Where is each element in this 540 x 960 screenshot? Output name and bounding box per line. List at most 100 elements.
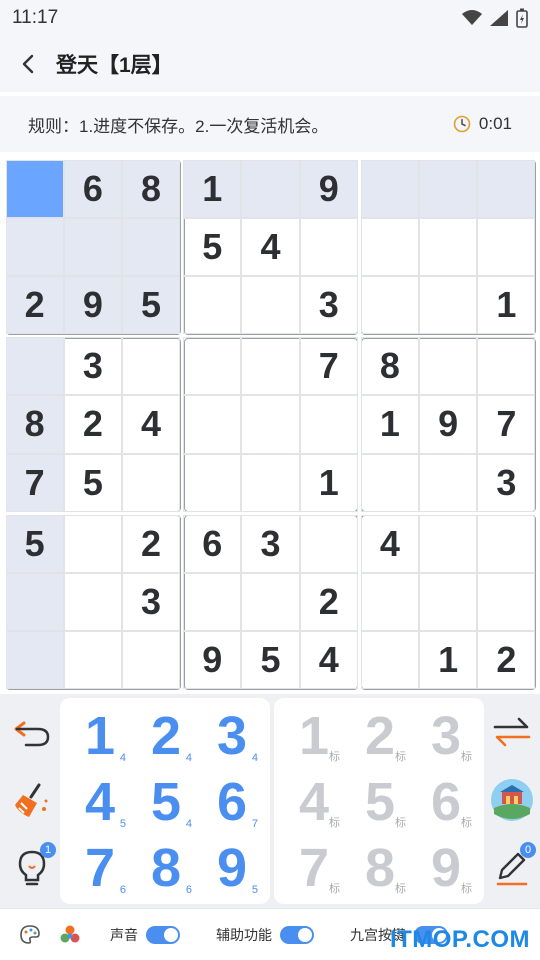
sudoku-cell[interactable] [183,395,242,454]
note-key[interactable]: 1标 [282,704,346,768]
sudoku-cell[interactable] [63,514,122,574]
sudoku-cell[interactable] [477,217,536,276]
sudoku-cell[interactable] [477,159,536,218]
number-key[interactable]: 14 [68,704,132,768]
assist-toggle[interactable] [280,925,314,944]
sudoku-cell[interactable] [241,159,300,218]
sound-toggle[interactable] [146,925,180,944]
sudoku-cell[interactable] [360,573,420,632]
sudoku-cell[interactable]: 5 [183,217,242,276]
sudoku-cell[interactable] [360,217,420,276]
sudoku-cell[interactable]: 4 [121,395,181,454]
sudoku-cell[interactable]: 5 [5,514,64,574]
back-button[interactable] [0,36,56,92]
note-mode-button[interactable]: 0 [486,842,538,894]
sudoku-cell[interactable]: 6 [63,159,122,218]
note-key[interactable]: 6标 [414,770,478,834]
sudoku-cell[interactable] [183,275,242,335]
sudoku-cell[interactable] [241,275,300,335]
number-key[interactable]: 76 [68,836,132,900]
sudoku-cell[interactable] [360,453,420,512]
scene-button[interactable] [486,774,538,826]
sudoku-cell[interactable]: 4 [360,514,420,574]
sudoku-cell[interactable]: 3 [241,514,300,574]
sudoku-cell[interactable] [419,217,478,276]
sudoku-cell[interactable]: 9 [299,159,358,218]
sudoku-cell[interactable]: 6 [183,514,242,574]
sudoku-cell[interactable] [299,217,358,276]
sudoku-cell[interactable] [121,631,181,690]
sudoku-cell[interactable]: 7 [5,453,64,512]
sudoku-cell[interactable] [419,453,478,512]
sudoku-cell[interactable] [241,453,300,512]
sudoku-cell[interactable]: 7 [299,337,358,396]
sudoku-cell[interactable]: 2 [299,573,358,632]
note-key[interactable]: 8标 [348,836,412,900]
sudoku-cell[interactable] [183,337,242,396]
palette-button[interactable] [10,924,50,946]
sudoku-cell[interactable] [477,514,536,574]
sudoku-cell[interactable] [5,159,64,218]
sudoku-cell[interactable] [241,337,300,396]
sudoku-cell[interactable] [419,159,478,218]
sudoku-cell[interactable]: 8 [121,159,181,218]
sudoku-cell[interactable] [183,573,242,632]
sudoku-cell[interactable]: 8 [360,337,420,396]
sudoku-cell[interactable] [360,275,420,335]
sudoku-cell[interactable] [360,631,420,690]
number-key[interactable]: 34 [200,704,264,768]
sudoku-cell[interactable] [5,631,64,690]
note-key[interactable]: 7标 [282,836,346,900]
sudoku-cell[interactable] [63,573,122,632]
sudoku-cell[interactable] [241,573,300,632]
sudoku-cell[interactable]: 5 [63,453,122,512]
note-key[interactable]: 2标 [348,704,412,768]
sudoku-cell[interactable]: 9 [183,631,242,690]
sudoku-cell[interactable]: 2 [121,514,181,574]
number-key[interactable]: 95 [200,836,264,900]
swap-mode-button[interactable] [486,706,538,758]
sudoku-cell[interactable]: 1 [299,453,358,512]
sudoku-cell[interactable]: 1 [477,275,536,335]
sudoku-cell[interactable]: 2 [63,395,122,454]
undo-button[interactable] [6,706,58,758]
sudoku-cell[interactable] [477,573,536,632]
sudoku-cell[interactable]: 3 [63,337,122,396]
number-key[interactable]: 67 [200,770,264,834]
sudoku-cell[interactable] [63,217,122,276]
sudoku-cell[interactable] [5,337,64,396]
sudoku-cell[interactable] [121,337,181,396]
sudoku-cell[interactable]: 4 [299,631,358,690]
sudoku-cell[interactable]: 1 [183,159,242,218]
sudoku-cell[interactable] [5,217,64,276]
note-key[interactable]: 9标 [414,836,478,900]
number-key[interactable]: 45 [68,770,132,834]
sudoku-cell[interactable]: 1 [360,395,420,454]
sudoku-cell[interactable]: 3 [299,275,358,335]
sudoku-cell[interactable] [477,337,536,396]
sudoku-cell[interactable] [5,573,64,632]
sudoku-cell[interactable] [419,514,478,574]
sudoku-cell[interactable] [299,514,358,574]
number-key[interactable]: 24 [134,704,198,768]
number-key[interactable]: 86 [134,836,198,900]
sudoku-cell[interactable] [183,453,242,512]
hint-button[interactable]: 1 [6,842,58,894]
sudoku-cell[interactable] [419,337,478,396]
sudoku-cell[interactable]: 5 [121,275,181,335]
note-key[interactable]: 3标 [414,704,478,768]
sudoku-cell[interactable]: 2 [477,631,536,690]
sudoku-cell[interactable]: 4 [241,217,300,276]
sudoku-cell[interactable]: 1 [419,631,478,690]
erase-button[interactable] [6,774,58,826]
theme-button[interactable] [50,924,90,946]
sudoku-cell[interactable] [419,275,478,335]
sudoku-cell[interactable]: 8 [5,395,64,454]
sudoku-cell[interactable] [63,631,122,690]
sudoku-cell[interactable]: 3 [477,453,536,512]
sudoku-cell[interactable]: 3 [121,573,181,632]
sudoku-cell[interactable]: 2 [5,275,64,335]
sudoku-cell[interactable]: 9 [419,395,478,454]
sudoku-cell[interactable]: 7 [477,395,536,454]
sudoku-cell[interactable]: 9 [63,275,122,335]
